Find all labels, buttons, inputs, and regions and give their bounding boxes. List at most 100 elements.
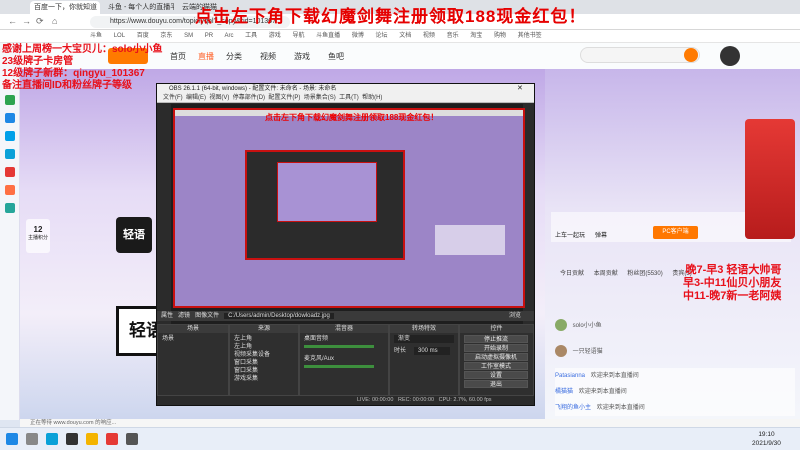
menu-tools[interactable]: 工具(T): [339, 95, 359, 101]
bookmark-item[interactable]: 斗鱼直播: [316, 33, 340, 39]
bookmark-item[interactable]: 文档: [399, 33, 411, 39]
nav-yuba[interactable]: 鱼吧: [328, 51, 344, 62]
nav-game[interactable]: 游戏: [294, 51, 310, 62]
start-recording-button[interactable]: 开始录制: [464, 344, 528, 352]
action-join[interactable]: 上车一起玩: [555, 230, 585, 239]
folder-icon[interactable]: [86, 433, 98, 445]
source-item[interactable]: 窗口采集: [230, 359, 258, 367]
menu-scene-collection[interactable]: 场景集合(S): [304, 95, 336, 101]
home-icon[interactable]: ⌂: [52, 16, 57, 26]
bookmark-item[interactable]: 论坛: [376, 33, 388, 39]
nested-title: 点击左下角下载幻魔剑舞注册领取188现金红包！: [265, 113, 439, 122]
nav-home[interactable]: 首页: [170, 51, 186, 62]
source-item[interactable]: 视频采集设备: [230, 351, 270, 359]
bookmark-item[interactable]: 音乐: [447, 33, 459, 39]
note-line: 23级牌子卡房管: [2, 56, 74, 67]
bookmark-item[interactable]: 视频: [423, 33, 435, 39]
app-icon[interactable]: [5, 113, 15, 123]
app-icon[interactable]: [5, 149, 15, 159]
scene-item[interactable]: 场景: [158, 335, 228, 343]
browser-tab[interactable]: 百度一下，你就知道: [30, 1, 100, 14]
bookmarks-bar: 斗鱼 LOL 百度 京东 SM PR Arc 工具 游戏 导航 斗鱼直播 微博 …: [0, 30, 800, 43]
app-icon[interactable]: [5, 131, 15, 141]
settings-button[interactable]: 设置: [464, 371, 528, 379]
pc-client-button[interactable]: PC客户端: [653, 226, 698, 239]
search-icon[interactable]: [26, 433, 38, 445]
bookmark-item[interactable]: Arc: [224, 33, 233, 39]
source-item[interactable]: 左上角: [230, 335, 252, 343]
obs-icon[interactable]: [126, 433, 138, 445]
duration-label: 时长: [394, 348, 407, 354]
promo-banner[interactable]: [745, 119, 795, 239]
virtual-camera-button[interactable]: 启动虚拟摄像机: [464, 353, 528, 361]
menu-edit[interactable]: 编辑(E): [186, 95, 206, 101]
action-danmaku[interactable]: 弹幕: [595, 230, 607, 239]
bookmark-item[interactable]: 游戏: [269, 33, 281, 39]
app-icon[interactable]: [5, 185, 15, 195]
nav-category[interactable]: 分类: [226, 51, 242, 62]
tab-fans[interactable]: 粉丝团(5530): [627, 271, 662, 277]
tab-week[interactable]: 本周贡献: [594, 271, 618, 277]
close-icon[interactable]: ✕: [517, 84, 523, 94]
bookmark-item[interactable]: LOL: [114, 33, 125, 39]
duration-input[interactable]: 300 ms: [414, 347, 450, 355]
bookmark-item[interactable]: 微博: [352, 33, 364, 39]
avatar[interactable]: [720, 46, 740, 66]
reload-icon[interactable]: ⟳: [36, 16, 44, 27]
back-icon[interactable]: ←: [8, 16, 17, 26]
bookmark-item[interactable]: SM: [184, 33, 193, 39]
forward-icon[interactable]: →: [22, 16, 31, 26]
bookmark-item[interactable]: PR: [205, 33, 213, 39]
note-line: 备注直播间ID和粉丝牌子等级: [2, 80, 132, 91]
tab-today[interactable]: 今日贡献: [560, 271, 584, 277]
browser-tab[interactable]: 斗鱼 - 每个人的直播平台: [104, 1, 174, 14]
source-item[interactable]: 游戏采集: [230, 375, 258, 383]
search-input[interactable]: [580, 47, 700, 63]
bookmark-item[interactable]: 购物: [494, 33, 506, 39]
bookmark-item[interactable]: 斗鱼: [90, 33, 102, 39]
search-icon[interactable]: [684, 48, 698, 62]
chat-user[interactable]: 飞翔的鱼小主: [555, 405, 591, 411]
app-icon[interactable]: [66, 433, 78, 445]
properties-button[interactable]: 属性: [161, 313, 173, 319]
obs-canvas[interactable]: 点击左下角下载幻魔剑舞注册领取188现金红包！: [173, 108, 525, 308]
obs-window[interactable]: OBS 26.1.1 (64-bit, windows) - 配置文件: 未命名…: [156, 83, 535, 406]
bookmark-item[interactable]: 百度: [137, 33, 149, 39]
source-item[interactable]: 窗口采集: [230, 367, 258, 375]
stop-streaming-button[interactable]: 停止推流: [464, 335, 528, 343]
chat-text: 欢迎来到本直播间: [590, 373, 639, 379]
chat-user[interactable]: solo小小鱼: [573, 323, 602, 329]
menu-file[interactable]: 文件(F): [163, 95, 183, 101]
app-icon[interactable]: [5, 203, 15, 213]
bookmark-item[interactable]: 其他书签: [518, 33, 542, 39]
browse-button[interactable]: 浏览: [509, 311, 521, 321]
clock[interactable]: 19:10 2021/9/30: [752, 430, 781, 448]
chat-user[interactable]: Patasianna: [555, 373, 585, 379]
app-icon[interactable]: [5, 95, 15, 105]
app-icon[interactable]: [5, 167, 15, 177]
streamer-card[interactable]: 12 主播积分: [26, 219, 50, 253]
panel-title: 场景: [158, 325, 228, 333]
menu-docks[interactable]: 停靠部件(D): [233, 95, 265, 101]
filters-button[interactable]: 滤镜: [178, 313, 190, 319]
transition-select[interactable]: 渐变: [394, 335, 454, 343]
chat-user[interactable]: 橘猫猫: [555, 389, 573, 395]
start-icon[interactable]: [6, 433, 18, 445]
exit-button[interactable]: 退出: [464, 380, 528, 388]
studio-mode-button[interactable]: 工作室模式: [464, 362, 528, 370]
bookmark-item[interactable]: 淘宝: [470, 33, 482, 39]
bookmark-item[interactable]: 工具: [245, 33, 257, 39]
chat-user[interactable]: 一只轻语猫: [573, 349, 603, 355]
app-icon[interactable]: [106, 433, 118, 445]
menu-help[interactable]: 帮助(H): [362, 95, 382, 101]
source-item[interactable]: 左上角: [230, 343, 252, 351]
file-path-field[interactable]: C:/Users/admin/Desktop/dowloadz.jpg: [224, 313, 334, 319]
menu-profile[interactable]: 配置文件(P): [268, 95, 300, 101]
nav-live[interactable]: 直播: [198, 51, 214, 62]
app-icon[interactable]: [46, 433, 58, 445]
menu-view[interactable]: 视图(V): [209, 95, 229, 101]
nav-video[interactable]: 视频: [260, 51, 276, 62]
bookmark-item[interactable]: 京东: [160, 33, 172, 39]
avatar: [555, 319, 567, 332]
bookmark-item[interactable]: 导航: [292, 33, 304, 39]
